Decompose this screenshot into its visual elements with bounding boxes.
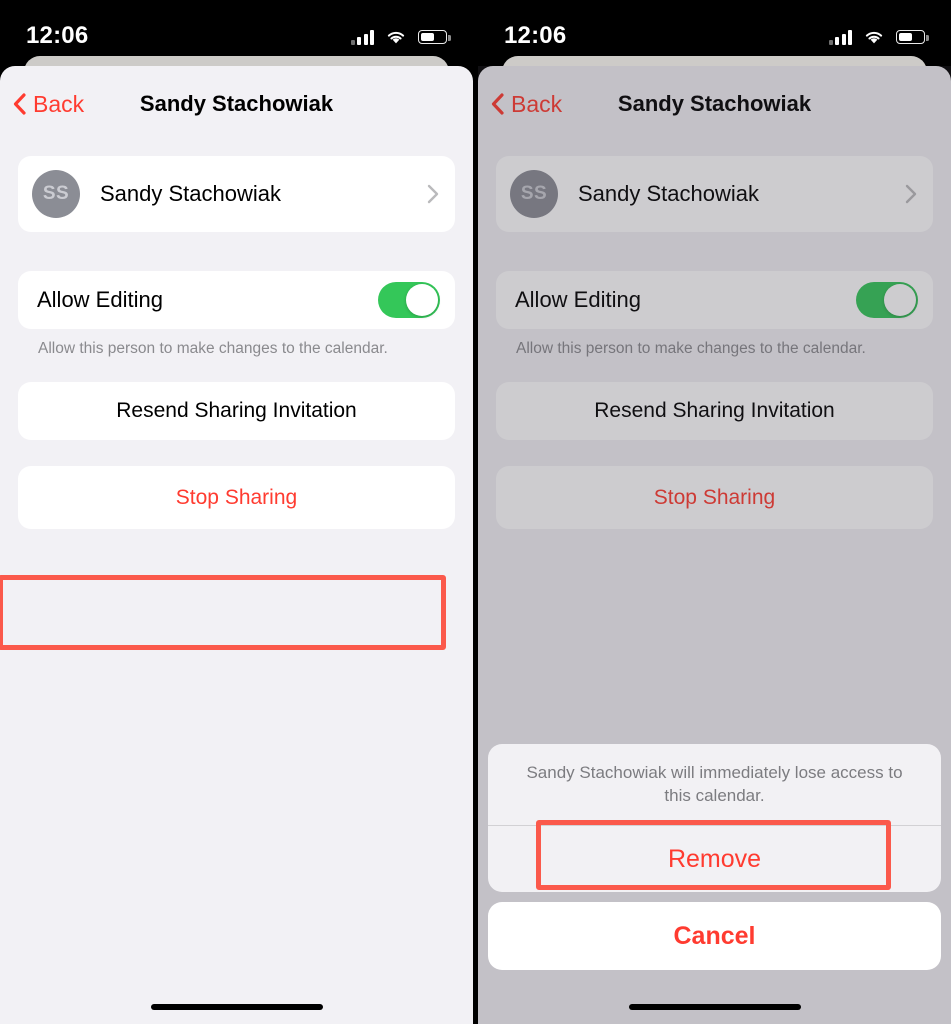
resend-sharing-invitation-button[interactable]: Resend Sharing Invitation [496, 382, 933, 441]
person-name: Sandy Stachowiak [100, 181, 281, 206]
status-time: 12:06 [26, 22, 89, 49]
back-button-label: Back [33, 90, 85, 117]
allow-editing-toggle[interactable] [856, 282, 918, 318]
person-row[interactable]: SS Sandy Stachowiak [18, 156, 455, 232]
home-indicator [150, 1004, 323, 1010]
back-button-label: Back [511, 90, 563, 117]
allow-editing-row: Allow Editing [496, 271, 933, 329]
avatar: SS [510, 170, 558, 218]
status-icons [350, 17, 451, 45]
resend-sharing-invitation-button[interactable]: Resend Sharing Invitation [18, 382, 455, 441]
allow-editing-label: Allow Editing [515, 287, 641, 312]
content-left: SS Sandy Stachowiak Allow Editing Allow … [0, 142, 473, 1024]
back-button[interactable]: Back [0, 91, 84, 118]
stop-sharing-button[interactable]: Stop Sharing [496, 466, 933, 530]
phone-screen-left: 12:06 Back Sandy Stachowiak SS Sandy Sta… [0, 0, 473, 1024]
stop-sharing-button[interactable]: Stop Sharing [18, 466, 455, 530]
cellular-signal-icon [350, 29, 374, 45]
modal-sheet-left: Back Sandy Stachowiak SS Sandy Stachowia… [0, 66, 473, 1024]
phone-screen-right: 12:06 Back Sandy Stachowiak SS Sandy Sta… [478, 0, 951, 1024]
action-sheet: Sandy Stachowiak will immediately lose a… [488, 744, 941, 1024]
annotation-box-stop-sharing [0, 575, 446, 650]
wifi-icon [385, 29, 407, 45]
status-icons [828, 17, 929, 45]
person-row[interactable]: SS Sandy Stachowiak [496, 156, 933, 232]
cancel-button[interactable]: Cancel [488, 902, 941, 970]
nav-bar-left: Back Sandy Stachowiak [0, 66, 473, 142]
home-indicator [628, 1004, 801, 1010]
action-sheet-message: Sandy Stachowiak will immediately lose a… [526, 763, 903, 806]
back-button[interactable]: Back [478, 91, 562, 118]
person-name: Sandy Stachowiak [578, 181, 759, 206]
avatar: SS [32, 170, 80, 218]
cellular-signal-icon [828, 29, 852, 45]
nav-bar-right: Back Sandy Stachowiak [478, 66, 951, 142]
battery-icon [896, 30, 929, 44]
allow-editing-row: Allow Editing [18, 271, 455, 329]
chevron-left-icon [13, 93, 26, 115]
chevron-right-icon [427, 184, 439, 204]
status-bar-left: 12:06 [0, 0, 473, 62]
allow-editing-label: Allow Editing [37, 287, 163, 312]
allow-editing-footnote: Allow this person to make changes to the… [38, 340, 388, 357]
allow-editing-toggle[interactable] [378, 282, 440, 318]
chevron-right-icon [905, 184, 917, 204]
screenshot-stage: 12:06 Back Sandy Stachowiak SS Sandy Sta… [0, 0, 951, 1024]
allow-editing-footnote: Allow this person to make changes to the… [516, 340, 866, 357]
status-time: 12:06 [504, 22, 567, 49]
action-sheet-group: Sandy Stachowiak will immediately lose a… [488, 744, 941, 892]
battery-icon [418, 30, 451, 44]
remove-button[interactable]: Remove [488, 826, 941, 892]
modal-sheet-right: Back Sandy Stachowiak SS Sandy Stachowia… [478, 66, 951, 1024]
wifi-icon [863, 29, 885, 45]
status-bar-right: 12:06 [478, 0, 951, 62]
chevron-left-icon [491, 93, 504, 115]
